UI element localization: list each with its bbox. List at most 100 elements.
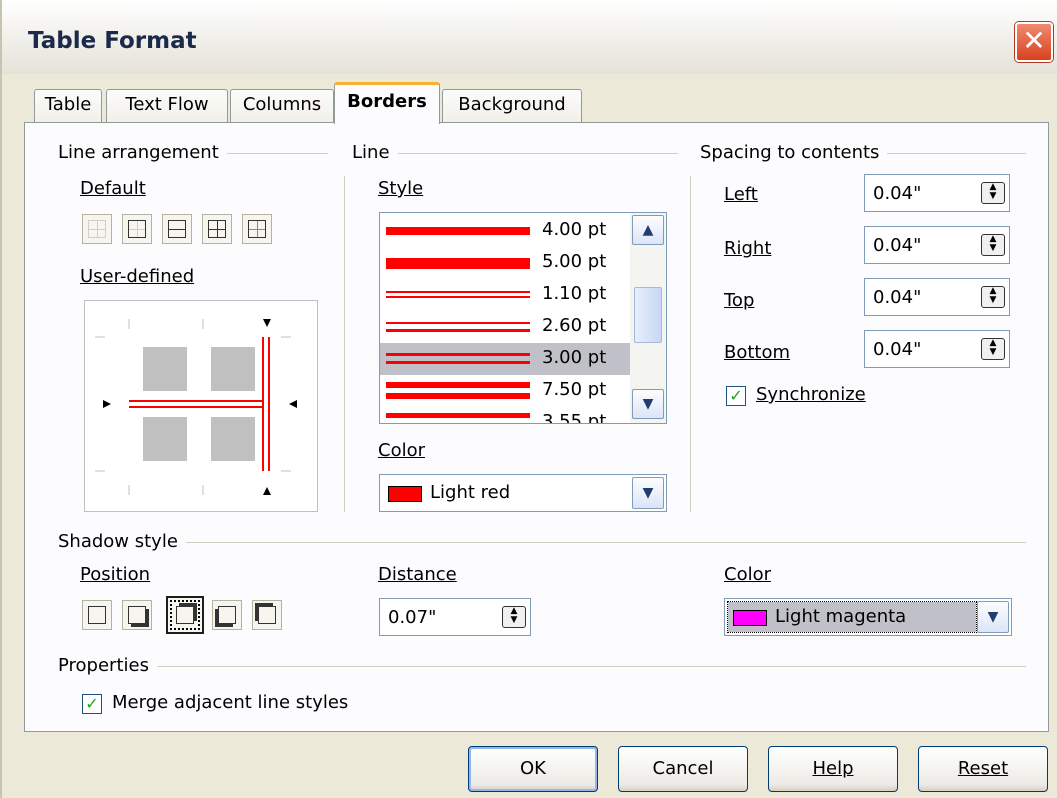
spacing-top-field[interactable]: 0.04" ▲ ▼ [864, 278, 1010, 316]
preset-outer-horizontal[interactable] [162, 214, 192, 244]
spin-down-icon: ▼ [989, 347, 997, 357]
spacing-left-spinner[interactable]: ▲ ▼ [981, 182, 1005, 204]
shadow-distance-value: 0.07" [388, 607, 437, 628]
style-item-label: 3.55 pt [542, 411, 607, 424]
line-sample [386, 393, 530, 399]
scroll-down-button[interactable]: ▼ [632, 389, 664, 419]
style-item-label: 7.50 pt [542, 379, 607, 400]
spacing-right-field[interactable]: 0.04" ▲ ▼ [864, 226, 1010, 264]
shadow-position-top-right[interactable] [166, 596, 204, 634]
spacing-title: Spacing to contents [700, 142, 888, 163]
spin-down-icon: ▼ [989, 191, 997, 201]
shadow-color-swatch [733, 610, 767, 626]
shadow-position-top-left[interactable] [252, 600, 282, 630]
shadow-rule [58, 542, 1026, 543]
border-preview[interactable] [84, 300, 318, 512]
properties-rule [58, 666, 1026, 667]
spacing-right-label: Right [724, 238, 772, 259]
style-scrollbar[interactable]: ▲ ▼ [630, 213, 666, 423]
ok-button[interactable]: OK [468, 746, 598, 792]
outer-border-icon [128, 220, 146, 238]
user-defined-label: User-defined [80, 266, 195, 287]
shadow-bottom-left-icon [218, 606, 236, 624]
line-sample [386, 382, 530, 388]
spacing-top-value: 0.04" [873, 287, 922, 308]
spin-down-icon: ▼ [989, 295, 997, 305]
style-item-label: 4.00 pt [542, 219, 607, 240]
tab-table[interactable]: Table [34, 89, 102, 123]
line-sample [386, 322, 530, 324]
help-button[interactable]: Help [768, 746, 898, 792]
style-item-selected[interactable]: 3.00 pt [380, 343, 630, 375]
check-icon: ✓ [729, 386, 743, 405]
shadow-color-dropdown[interactable]: ▼ [977, 601, 1009, 633]
line-color-select[interactable]: Light red ▼ [379, 474, 667, 512]
cancel-button[interactable]: Cancel [618, 746, 748, 792]
reset-button[interactable]: Reset [918, 746, 1048, 792]
preset-outer-border[interactable] [122, 214, 152, 244]
line-sample [386, 353, 530, 356]
style-item[interactable]: 1.10 pt [380, 279, 630, 311]
check-icon: ✓ [85, 694, 99, 713]
tab-borders[interactable]: Borders [334, 82, 440, 124]
shadow-color-value: Light magenta [775, 606, 907, 627]
shadow-position-none[interactable] [82, 600, 112, 630]
style-item-label: 3.00 pt [542, 347, 607, 368]
style-item[interactable]: 7.50 pt [380, 375, 630, 407]
spacing-bottom-spinner[interactable]: ▲ ▼ [981, 338, 1005, 360]
merge-line-styles-label: Merge adjacent line styles [112, 692, 349, 713]
shadow-distance-field[interactable]: 0.07" ▲ ▼ [379, 598, 531, 636]
spacing-right-value: 0.04" [873, 235, 922, 256]
style-item[interactable]: 2.60 pt [380, 311, 630, 343]
arrow-right-icon [103, 400, 111, 408]
style-item[interactable]: 5.00 pt [380, 247, 630, 279]
spacing-left-value: 0.04" [873, 183, 922, 204]
no-borders-icon [88, 220, 106, 238]
preset-outer-no-inner[interactable] [242, 214, 272, 244]
properties-title: Properties [58, 655, 157, 676]
chevron-down-icon: ▼ [987, 609, 999, 625]
line-title: Line [352, 142, 398, 163]
arrow-up-icon [263, 487, 271, 495]
title-bar: Table Format ✕ [2, 0, 1057, 74]
arrow-left-icon [289, 400, 297, 408]
preset-no-borders[interactable] [82, 214, 112, 244]
tab-background[interactable]: Background [442, 89, 582, 123]
shadow-position-bottom-right[interactable] [122, 600, 152, 630]
scroll-thumb[interactable] [634, 287, 662, 343]
spacing-bottom-field[interactable]: 0.04" ▲ ▼ [864, 330, 1010, 368]
table-format-dialog: Table Format ✕ Table Text Flow Columns B… [0, 0, 1057, 798]
shadow-position-label: Position [80, 564, 151, 585]
shadow-distance-spinner[interactable]: ▲ ▼ [502, 606, 526, 628]
style-item[interactable]: 3.55 pt [380, 407, 630, 424]
merge-line-styles-checkbox[interactable]: ✓ [82, 694, 102, 714]
line-arrangement-title: Line arrangement [58, 142, 227, 163]
style-item-label: 1.10 pt [542, 283, 607, 304]
shadow-color-select[interactable]: Light magenta ▼ [724, 598, 1012, 636]
shadow-distance-label: Distance [378, 564, 457, 585]
line-sample [386, 361, 530, 364]
line-sample [386, 258, 530, 269]
spacing-top-spinner[interactable]: ▲ ▼ [981, 286, 1005, 308]
scroll-up-button[interactable]: ▲ [632, 215, 664, 245]
tab-columns[interactable]: Columns [230, 89, 334, 123]
preset-outer-all-inner[interactable] [202, 214, 232, 244]
line-sample [386, 296, 530, 298]
chevron-down-icon: ▼ [642, 396, 654, 412]
spacing-bottom-value: 0.04" [873, 339, 922, 360]
shadow-position-bottom-left[interactable] [212, 600, 242, 630]
line-color-dropdown[interactable]: ▼ [632, 477, 664, 509]
tab-text-flow[interactable]: Text Flow [106, 89, 228, 123]
spacing-top-label: Top [724, 290, 755, 311]
border-preview-canvas [95, 319, 297, 495]
spacing-right-spinner[interactable]: ▲ ▼ [981, 234, 1005, 256]
line-sample [386, 291, 530, 293]
spacing-left-field[interactable]: 0.04" ▲ ▼ [864, 174, 1010, 212]
synchronize-checkbox[interactable]: ✓ [726, 386, 746, 406]
close-button[interactable]: ✕ [1015, 22, 1053, 62]
line-style-list[interactable]: 4.00 pt 5.00 pt 1.10 pt 2.60 pt 3.00 pt … [379, 212, 667, 424]
shadow-title: Shadow style [58, 531, 186, 552]
shadow-top-left-icon [258, 606, 276, 624]
spin-down-icon: ▼ [510, 615, 518, 625]
style-item[interactable]: 4.00 pt [380, 215, 630, 247]
